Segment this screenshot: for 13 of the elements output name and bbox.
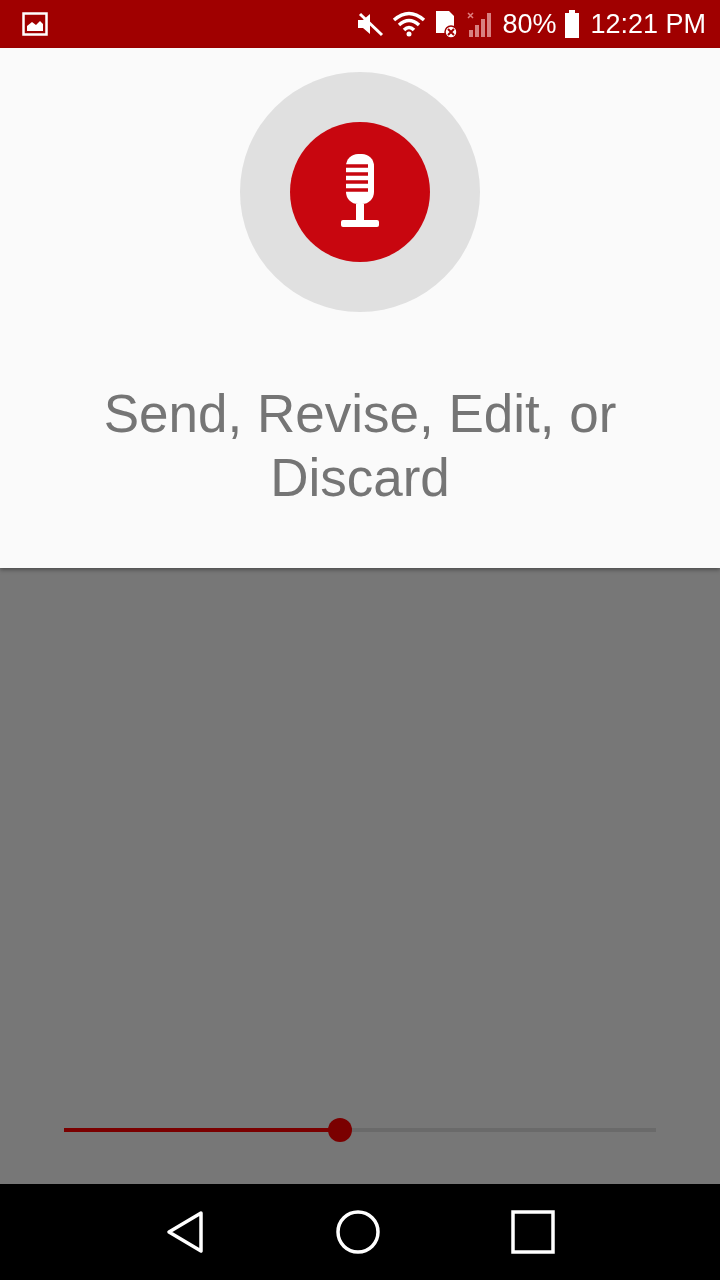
home-icon[interactable]: [335, 1209, 381, 1255]
battery-percent: 80%: [502, 8, 557, 40]
clock: 12:21 PM: [590, 8, 706, 40]
back-icon[interactable]: [165, 1210, 205, 1254]
microphone-icon: [338, 154, 382, 230]
sd-card-icon: [434, 9, 459, 39]
battery-icon: [564, 10, 581, 38]
prompt-text: Send, Revise, Edit, or Discard: [102, 383, 618, 509]
wifi-icon: [392, 11, 427, 37]
recents-icon[interactable]: [511, 1210, 555, 1254]
slider-thumb[interactable]: [327, 1118, 352, 1142]
image-icon: [22, 12, 48, 36]
mute-icon: [356, 11, 385, 37]
